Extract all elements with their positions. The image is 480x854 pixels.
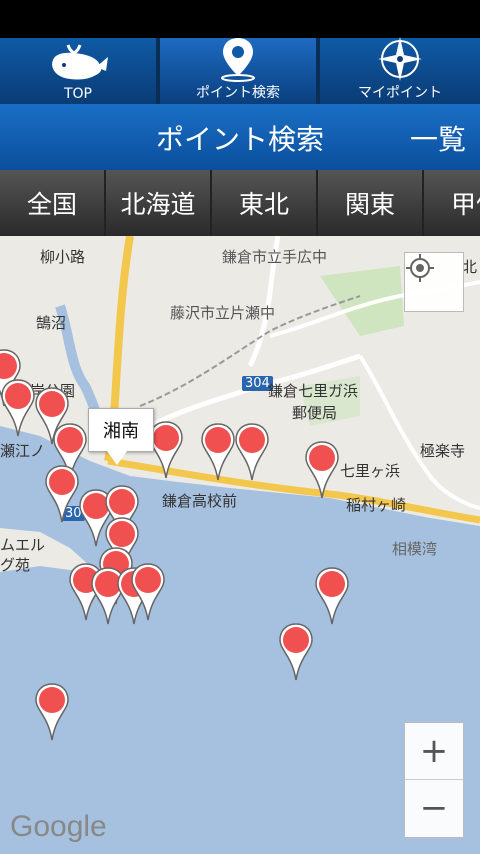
map-label: 北 [462, 258, 478, 276]
tab-region[interactable]: 甲信 [424, 170, 480, 236]
map-pin[interactable] [44, 464, 80, 524]
map-label: 七里ヶ浜 [340, 462, 401, 480]
map-label: 柳小路 [40, 248, 86, 266]
map-pin[interactable] [0, 378, 36, 438]
tab-region[interactable]: 東北 [212, 170, 316, 236]
nav-my-point[interactable]: マイポイント [320, 36, 480, 104]
map-pin[interactable] [200, 422, 236, 482]
status-bar [0, 0, 480, 38]
map-pin[interactable] [278, 622, 314, 682]
map-label: 稲村ヶ崎 [346, 496, 407, 514]
map-pin-icon [218, 36, 258, 82]
whale-icon [46, 40, 110, 86]
nav-top[interactable]: TOP [0, 38, 156, 104]
zoom-controls: + − [404, 722, 464, 838]
list-button[interactable]: 一覧 [410, 118, 466, 158]
top-navigation: TOP ポイント検索 マイポイント [0, 36, 480, 104]
map-label: 相模湾 [392, 540, 438, 558]
compass-icon [375, 36, 425, 82]
map-pin[interactable] [130, 562, 166, 622]
map-label: 郵便局 [292, 404, 338, 422]
crosshair-icon [406, 254, 434, 282]
map-label: 鎌倉高校前 [162, 492, 238, 510]
tooltip-label: 湘南 [103, 421, 139, 442]
map-pin[interactable] [34, 682, 70, 742]
google-logo: Google [10, 810, 107, 843]
tab-region[interactable]: 北海道 [106, 170, 210, 236]
map-pin[interactable] [314, 566, 350, 626]
map-pin[interactable] [304, 440, 340, 500]
map-label: 極楽寺 [420, 442, 466, 460]
map-pin[interactable] [234, 422, 270, 482]
map-view[interactable]: 柳小路 鵠沼 鎌倉市立手広中 藤沢市立片瀬中 304 鎌倉七里ガ浜 郵便局 極楽… [0, 236, 480, 854]
map-label: 鎌倉七里ガ浜 [268, 382, 359, 400]
title-bar: ポイント検索 一覧 [0, 104, 480, 170]
map-label: 鎌倉市立手広中 [222, 248, 328, 266]
map-label: 鵠沼 [36, 314, 67, 332]
page-title: ポイント検索 [155, 123, 324, 156]
map-label: 藤沢市立片瀬中 [170, 304, 276, 322]
map-label: ムエル [0, 536, 46, 554]
tab-region[interactable]: 関東 [318, 170, 422, 236]
tab-region[interactable]: 全国 [0, 170, 104, 236]
pin-tooltip[interactable]: 湘南 [88, 408, 154, 465]
my-location-button[interactable] [404, 252, 464, 312]
region-tabs: 全国 北海道 東北 関東 甲信 [0, 170, 480, 236]
nav-point-search[interactable]: ポイント検索 [160, 38, 316, 104]
zoom-in-button[interactable]: + [405, 723, 463, 780]
nav-my-point-label: マイポイント [358, 85, 442, 101]
nav-point-search-label: ポイント検索 [196, 85, 280, 101]
nav-top-label: TOP [63, 86, 92, 102]
zoom-out-button[interactable]: − [405, 780, 463, 836]
map-label: グ苑 [0, 556, 31, 574]
